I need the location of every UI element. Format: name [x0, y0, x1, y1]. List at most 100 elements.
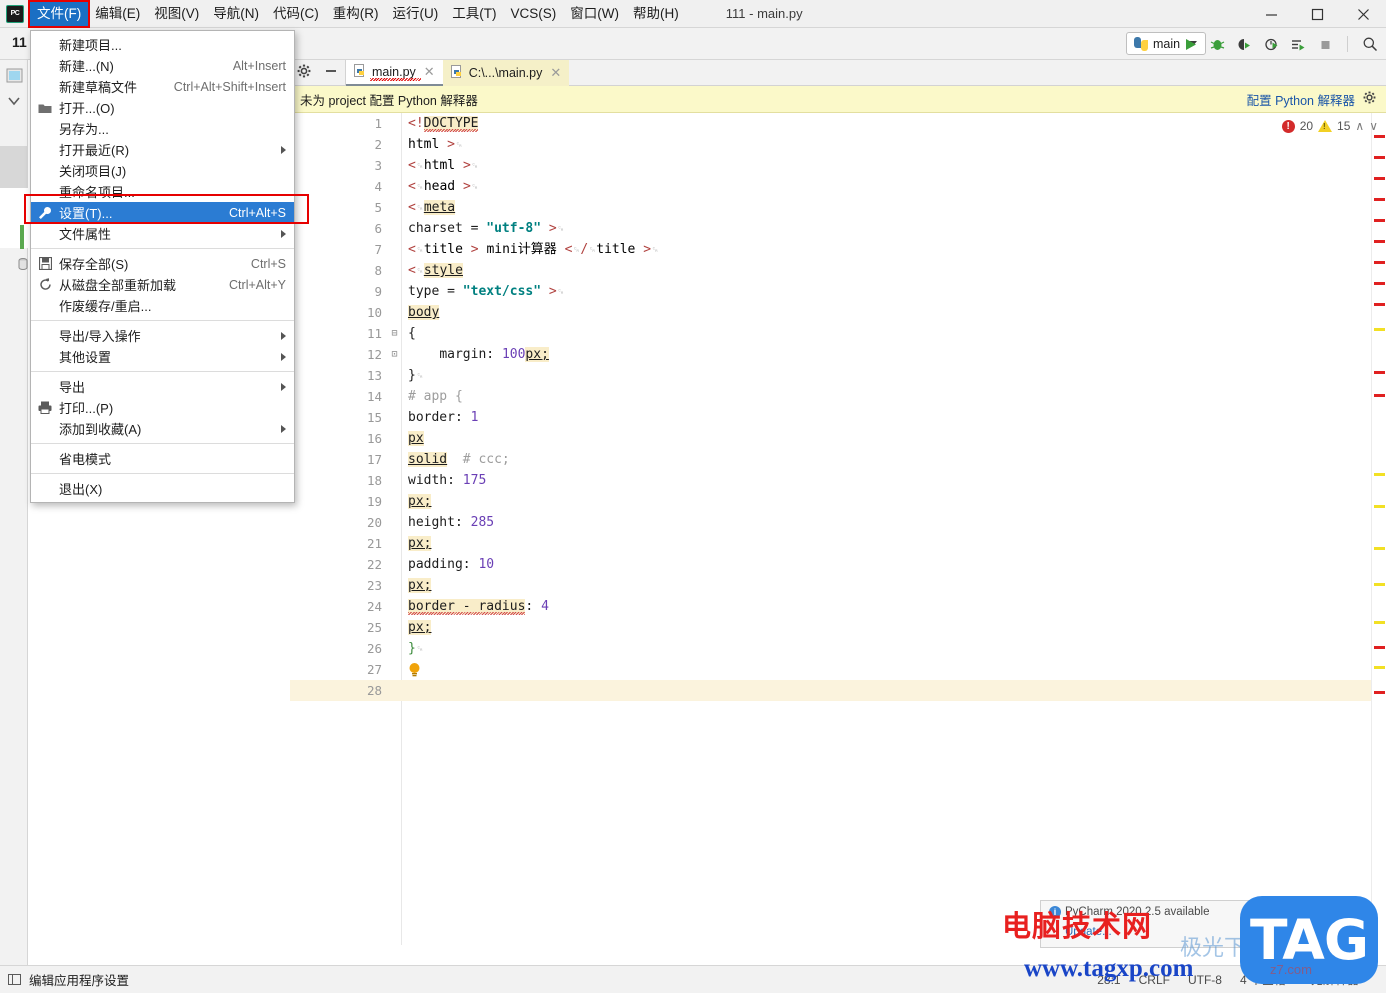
code-line-5[interactable]: 5 <␍meta: [290, 197, 1386, 218]
close-icon[interactable]: ✕: [424, 64, 435, 80]
configure-interpreter-link[interactable]: 配置 Python 解释器: [1247, 90, 1355, 109]
code-line-9[interactable]: 9 type = "text/css" >␍: [290, 281, 1386, 302]
code-line-24[interactable]: 24 border - radius: 4: [290, 596, 1386, 617]
menu-item-1[interactable]: 编辑(E): [88, 2, 147, 26]
stripe-marker-18[interactable]: [1374, 666, 1385, 669]
next-problem-icon[interactable]: ∨: [1369, 119, 1378, 133]
fold-marker-icon[interactable]: ⊟: [389, 328, 400, 339]
stripe-marker-9[interactable]: [1374, 328, 1385, 331]
menu-item-9[interactable]: 窗口(W): [563, 2, 626, 26]
file-menu-item-11[interactable]: 从磁盘全部重新加载 Ctrl+Alt+Y: [31, 274, 294, 295]
file-menu-item-14[interactable]: 其他设置: [31, 346, 294, 367]
code-line-12[interactable]: 12 ⊡ margin: 100px;: [290, 344, 1386, 365]
code-line-21[interactable]: 21 px;: [290, 533, 1386, 554]
file-menu-item-13[interactable]: 导出/导入操作: [31, 325, 294, 346]
menu-item-2[interactable]: 视图(V): [147, 2, 206, 26]
code-line-7[interactable]: 7 <␍title > mini计算器 <␍/␍title >␍: [290, 239, 1386, 260]
stripe-marker-2[interactable]: [1374, 177, 1385, 180]
gear-icon[interactable]: [297, 64, 311, 81]
menu-item-8[interactable]: VCS(S): [504, 2, 564, 26]
toggle-sidebar-icon[interactable]: [8, 974, 21, 985]
file-menu-item-12[interactable]: 作废缓存/重启...: [31, 295, 294, 316]
coverage-button[interactable]: [1236, 36, 1253, 53]
menu-item-10[interactable]: 帮助(H): [626, 2, 686, 26]
project-breadcrumb[interactable]: 11: [12, 34, 27, 50]
stripe-marker-7[interactable]: [1374, 282, 1385, 285]
file-menu-item-0[interactable]: 新建项目...: [31, 34, 294, 55]
stop-button[interactable]: [1317, 36, 1334, 53]
code-line-13[interactable]: 13}␍: [290, 365, 1386, 386]
run-button[interactable]: [1182, 36, 1199, 53]
code-line-3[interactable]: 3 <␍html >␍: [290, 155, 1386, 176]
previous-problem-icon[interactable]: ∧: [1355, 119, 1364, 133]
file-menu-item-6[interactable]: 关闭项目(J): [31, 160, 294, 181]
code-line-25[interactable]: 25 px;: [290, 617, 1386, 638]
search-everywhere-button[interactable]: [1361, 36, 1378, 53]
file-menu-dropdown[interactable]: 新建项目... 新建...(N) Alt+Insert 新建草稿文件 Ctrl+Alt+…: [30, 30, 295, 503]
stripe-marker-17[interactable]: [1374, 646, 1385, 649]
stripe-marker-10[interactable]: [1374, 371, 1385, 374]
stripe-marker-13[interactable]: [1374, 505, 1385, 508]
stripe-marker-5[interactable]: [1374, 240, 1385, 243]
structure-chevron-icon[interactable]: [5, 92, 23, 110]
code-line-18[interactable]: 18 width: 175: [290, 470, 1386, 491]
stripe-marker-8[interactable]: [1374, 303, 1385, 306]
file-menu-item-7[interactable]: 重命名项目...: [31, 181, 294, 202]
file-menu-item-4[interactable]: 另存为...: [31, 118, 294, 139]
code-line-6[interactable]: 6 charset = "utf-8" >␍: [290, 218, 1386, 239]
stripe-marker-0[interactable]: [1374, 135, 1385, 138]
stripe-marker-3[interactable]: [1374, 198, 1385, 201]
code-line-27[interactable]: 27: [290, 659, 1386, 680]
code-line-20[interactable]: 20 height: 285: [290, 512, 1386, 533]
file-menu-item-15[interactable]: 导出: [31, 376, 294, 397]
code-line-10[interactable]: 10 body: [290, 302, 1386, 323]
file-menu-item-8[interactable]: 设置(T)... Ctrl+Alt+S: [31, 202, 294, 223]
menu-item-4[interactable]: 代码(C): [266, 2, 326, 26]
project-panel-placeholder[interactable]: [0, 146, 28, 188]
code-line-15[interactable]: 15 border: 1: [290, 407, 1386, 428]
minimize-icon[interactable]: [1248, 0, 1294, 28]
stripe-marker-14[interactable]: [1374, 547, 1385, 550]
code-line-28[interactable]: 28: [290, 680, 1386, 701]
code-line-8[interactable]: 8 <␍style: [290, 260, 1386, 281]
menu-item-3[interactable]: 导航(N): [206, 2, 266, 26]
code-line-2[interactable]: 2 html >␍: [290, 134, 1386, 155]
code-line-22[interactable]: 22 padding: 10: [290, 554, 1386, 575]
code-line-4[interactable]: 4 <␍head >␍: [290, 176, 1386, 197]
file-menu-item-10[interactable]: 保存全部(S) Ctrl+S: [31, 253, 294, 274]
stripe-marker-19[interactable]: [1374, 691, 1385, 694]
menu-item-5[interactable]: 重构(R): [326, 2, 386, 26]
editor-tab-0[interactable]: main.py ✕: [346, 60, 443, 86]
code-line-14[interactable]: 14 # app {: [290, 386, 1386, 407]
intention-bulb-icon[interactable]: [408, 662, 421, 677]
code-line-11[interactable]: 11 ⊟ {: [290, 323, 1386, 344]
file-menu-item-1[interactable]: 新建...(N) Alt+Insert: [31, 55, 294, 76]
file-menu-item-19[interactable]: 退出(X): [31, 478, 294, 499]
code-line-23[interactable]: 23 px;: [290, 575, 1386, 596]
stripe-marker-12[interactable]: [1374, 473, 1385, 476]
maximize-icon[interactable]: [1294, 0, 1340, 28]
close-icon[interactable]: [1340, 0, 1386, 28]
file-menu-item-18[interactable]: 省电模式: [31, 448, 294, 469]
code-line-26[interactable]: 26}␍: [290, 638, 1386, 659]
close-icon[interactable]: ✕: [550, 65, 561, 81]
file-menu-item-2[interactable]: 新建草稿文件 Ctrl+Alt+Shift+Insert: [31, 76, 294, 97]
debug-button[interactable]: [1209, 36, 1226, 53]
stripe-marker-16[interactable]: [1374, 621, 1385, 624]
code-line-1[interactable]: 1 <!DOCTYPE: [290, 113, 1386, 134]
menu-item-7[interactable]: 工具(T): [445, 2, 503, 26]
stripe-marker-1[interactable]: [1374, 156, 1385, 159]
project-tool-window-icon[interactable]: [5, 66, 23, 84]
menu-item-6[interactable]: 运行(U): [386, 2, 446, 26]
stripe-marker-4[interactable]: [1374, 219, 1385, 222]
notification-gear-icon[interactable]: [1363, 91, 1376, 107]
stripe-marker-11[interactable]: [1374, 394, 1385, 397]
database-tool-icon[interactable]: [18, 258, 28, 273]
profile-button[interactable]: [1263, 36, 1280, 53]
code-line-16[interactable]: 16 px: [290, 428, 1386, 449]
editor-tab-1[interactable]: C:\...\main.py ✕: [442, 60, 570, 86]
code-editor[interactable]: 1 <!DOCTYPE 2 html >␍ 3 <␍html >␍ 4 <␍head >␍ 5 <…: [290, 113, 1386, 945]
file-menu-item-17[interactable]: 添加到收藏(A): [31, 418, 294, 439]
run-tool-window-button[interactable]: [1290, 36, 1307, 53]
code-line-19[interactable]: 19 px;: [290, 491, 1386, 512]
